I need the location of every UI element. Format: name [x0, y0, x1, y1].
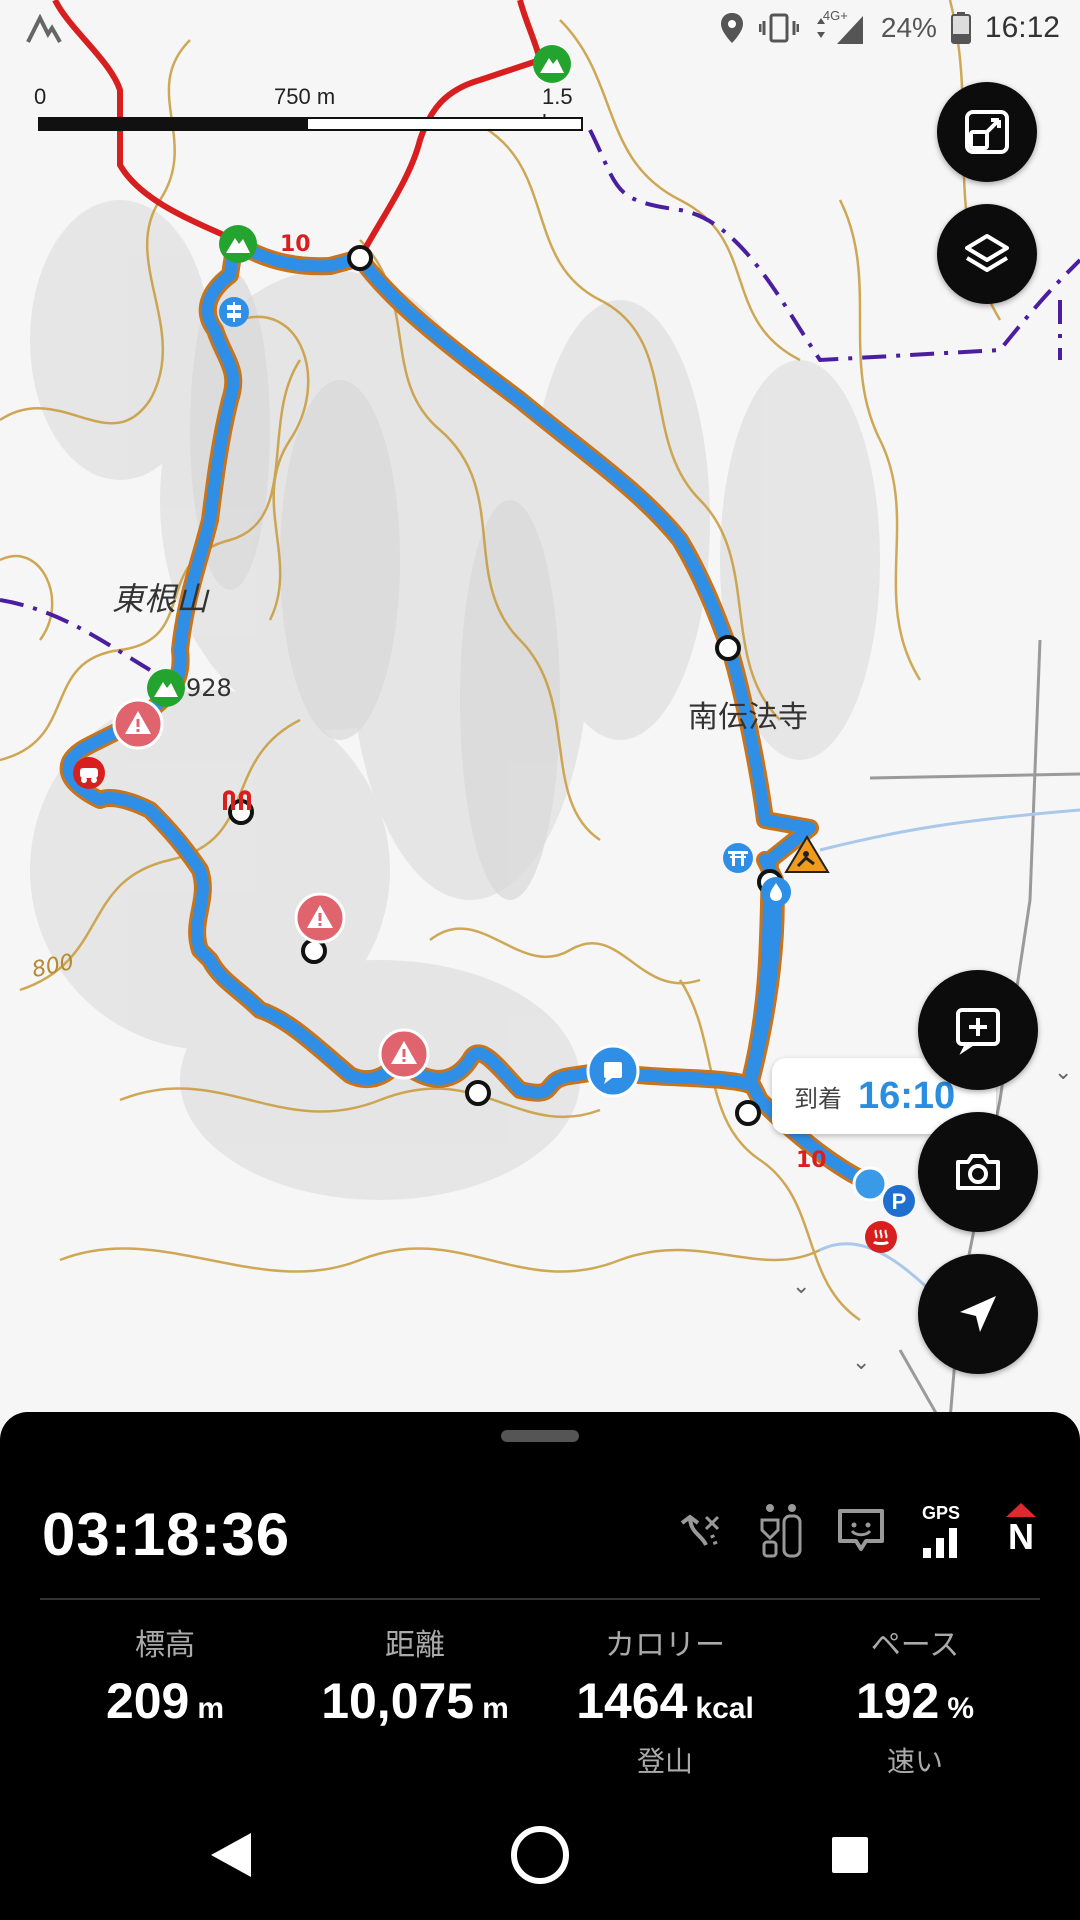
signpost-icon[interactable] [218, 296, 250, 328]
stat-label: 標高 [135, 1628, 195, 1663]
recents-button[interactable] [815, 1820, 885, 1890]
warning-icon[interactable] [294, 892, 346, 944]
stat-label: 距離 [385, 1628, 445, 1663]
route-marker: 10 [280, 232, 311, 257]
companions-icon[interactable] [756, 1500, 806, 1560]
scale-start: 0 [34, 84, 47, 109]
panel-divider [40, 1598, 1040, 1600]
scale-mid: 750 m [274, 84, 336, 109]
stat-label: ペース [870, 1628, 960, 1663]
camera-button[interactable] [918, 1112, 1038, 1232]
stats-row: 標高 209 m 距離 10,075 m カロリー 1464 kcal 登山 ペース … [40, 1620, 1040, 1780]
add-note-icon [956, 1008, 1000, 1055]
camera-icon [956, 1154, 1000, 1190]
note-marker-icon[interactable] [586, 1044, 640, 1098]
temple-label: 南伝法寺 [688, 700, 808, 735]
elevation-label: 928 [186, 674, 232, 702]
compass-icon[interactable]: N [996, 1500, 1046, 1560]
arrival-time: 16:10 [858, 1074, 956, 1117]
water-icon[interactable] [760, 876, 792, 908]
location-icon [720, 13, 743, 43]
stat-pace: ペース 192% 速い [790, 1620, 1040, 1780]
panel-icon-bar: GPS N [676, 1500, 1046, 1560]
recents-icon [832, 1837, 868, 1873]
fit-map-icon [965, 110, 1009, 154]
home-icon [511, 1826, 569, 1884]
shrine-icon[interactable] [722, 842, 754, 874]
elapsed-time: 03:18:36 [42, 1501, 291, 1568]
route-marker-end: 10 [796, 1148, 827, 1173]
stat-sub: 登山 [636, 1745, 693, 1778]
status-bar: 4G+ 24% 16:12 [0, 0, 1080, 60]
back-button[interactable] [196, 1820, 266, 1890]
battery-percent: 24% [880, 12, 937, 43]
stat-value: 1464 [576, 1673, 688, 1729]
gps-label: GPS [921, 1502, 960, 1523]
chevron-down-icon: ⌄ [852, 1350, 871, 1375]
route-deviation-icon[interactable] [676, 1500, 726, 1560]
stat-unit: kcal [695, 1692, 754, 1725]
stat-calories: カロリー 1464 kcal 登山 [540, 1620, 790, 1780]
clock: 16:12 [984, 11, 1060, 44]
stat-value: 209 [105, 1673, 190, 1729]
stat-unit: m [197, 1692, 225, 1725]
peak-name-label: 東根山 [112, 580, 209, 618]
car-icon[interactable] [72, 756, 106, 790]
chevron-down-icon: ⌄ [792, 1274, 811, 1299]
scale-bar-graphic [38, 117, 583, 131]
stat-elevation: 標高 209 m [40, 1620, 290, 1780]
map-view[interactable]: 10 10 P ⌄ ⌄ ⌄ 東根山 928 南伝法寺 800 到着 16:10 [0, 0, 1080, 1420]
gps-signal-icon[interactable]: GPS [916, 1500, 966, 1560]
stat-value: 192 [855, 1673, 940, 1729]
layers-icon [965, 234, 1009, 272]
locate-icon [960, 1296, 996, 1332]
home-button[interactable] [505, 1820, 575, 1890]
stat-sub: 速い [886, 1745, 943, 1778]
hazard-icon[interactable] [784, 834, 830, 874]
fit-map-button[interactable] [937, 82, 1037, 182]
add-note-button[interactable] [918, 970, 1038, 1090]
stat-label: カロリー [605, 1628, 725, 1663]
drag-handle[interactable] [501, 1430, 579, 1442]
signal-icon: 4G+ [813, 8, 867, 46]
battery-icon [950, 12, 971, 44]
parking-icon[interactable]: P [882, 1184, 916, 1218]
layers-button[interactable] [937, 204, 1037, 304]
app-logo-icon [26, 14, 62, 43]
scale-bar: 0 750 m 1.5 km [34, 84, 583, 135]
stat-unit: m [482, 1692, 509, 1725]
vibrate-icon [758, 13, 799, 43]
warning-icon[interactable] [112, 698, 164, 750]
stat-unit: % [947, 1692, 975, 1725]
arrival-label: 到着 [794, 1084, 842, 1113]
stat-value: 10,075 [321, 1673, 475, 1729]
hot-spring-icon[interactable] [864, 1220, 898, 1254]
system-nav-bar [0, 1790, 1080, 1920]
gate-icon[interactable] [222, 790, 252, 812]
summit-icon[interactable] [218, 224, 258, 264]
locate-button[interactable] [918, 1254, 1038, 1374]
back-icon [211, 1833, 251, 1877]
chevron-down-icon: ⌄ [1054, 1060, 1073, 1085]
warning-icon[interactable] [378, 1028, 430, 1080]
stat-distance: 距離 10,075 m [290, 1620, 540, 1780]
chat-icon[interactable] [836, 1500, 886, 1560]
svg-text:P: P [892, 1189, 907, 1214]
compass-label: N [1008, 1516, 1034, 1557]
